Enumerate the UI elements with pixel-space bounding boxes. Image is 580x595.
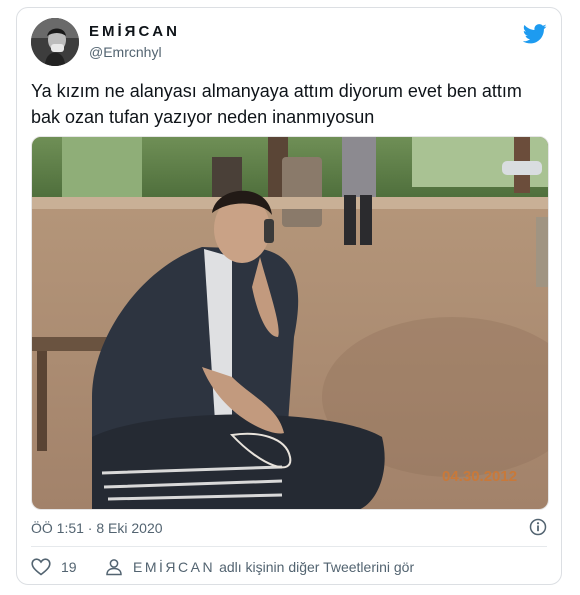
- timestamp-row: ÖÖ 1:51 · 8 Eki 2020: [31, 518, 547, 538]
- tweet-header: EMİЯCAN @Emrcnhyl: [31, 18, 547, 70]
- tweet-actions: 19 EMİЯCAN adlı kişinin diğer Tweetlerin…: [31, 556, 547, 578]
- tweet-text: Ya kızım ne alanyası almanyaya attım diy…: [31, 81, 522, 127]
- person-icon: [106, 559, 122, 576]
- tweet-card: EMİЯCAN @Emrcnhyl Ya kızım ne alanyası a…: [16, 7, 562, 585]
- avatar-photo-icon: [31, 18, 79, 66]
- info-icon[interactable]: [529, 518, 547, 536]
- author-handle[interactable]: @Emrcnhyl: [89, 43, 180, 62]
- twitter-bird-icon[interactable]: [523, 24, 547, 44]
- heart-icon: [31, 558, 51, 576]
- profile-link-name: EMİЯCAN: [133, 559, 216, 575]
- view-more-tweets-link[interactable]: EMİЯCAN adlı kişinin diğer Tweetlerini g…: [105, 556, 414, 578]
- like-button[interactable]: 19: [31, 556, 77, 578]
- avatar[interactable]: [31, 18, 79, 66]
- author-names: EMİЯCAN @Emrcnhyl: [89, 22, 180, 62]
- profile-link-suffix: adlı kişinin diğer Tweetlerini gör: [219, 559, 415, 575]
- tweet-timestamp[interactable]: ÖÖ 1:51 · 8 Eki 2020: [31, 520, 163, 536]
- like-count: 19: [61, 559, 77, 575]
- divider: [31, 546, 547, 547]
- photo-date-stamp: 04.30.2012: [442, 468, 517, 485]
- tweet-photo[interactable]: 04.30.2012: [31, 136, 549, 510]
- author-display-name[interactable]: EMİЯCAN: [89, 22, 180, 41]
- park-photo: 04.30.2012: [32, 137, 548, 509]
